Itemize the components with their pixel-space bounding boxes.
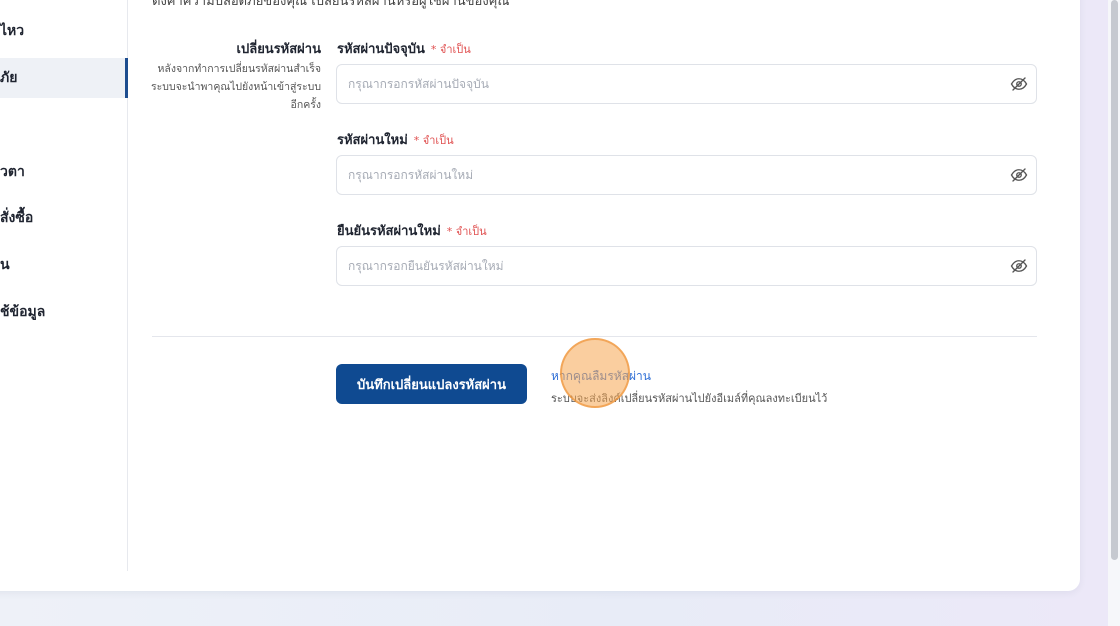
- section-description: หลังจากทำการเปลี่ยนรหัสผ่านสำเร็จ ระบบจะ…: [151, 63, 321, 111]
- eye-off-icon[interactable]: [1010, 166, 1028, 184]
- required-indicator: * จำเป็น: [430, 43, 471, 56]
- cursor-highlight: [560, 338, 630, 408]
- required-indicator: * จำเป็น: [413, 134, 454, 147]
- current-password-label: รหัสผ่านปัจจุบัน * จำเป็น: [337, 42, 471, 57]
- new-password-label: รหัสผ่านใหม่ * จำเป็น: [337, 133, 454, 148]
- page: ไหว ภัย วตา สั่งซื้อ น ช้ข้อมูล ตั้งค่าค…: [0, 0, 1120, 626]
- current-password-input[interactable]: [336, 64, 1037, 104]
- save-password-button[interactable]: บันทึกเปลี่ยนแปลงรหัสผ่าน: [336, 364, 527, 404]
- main-content: ตั้งค่าความปลอดภัยของคุณ เปลี่ยนรหัสผ่าน…: [0, 0, 1080, 591]
- scrollbar[interactable]: [1108, 0, 1120, 626]
- required-indicator: * จำเป็น: [446, 225, 487, 238]
- settings-card: ไหว ภัย วตา สั่งซื้อ น ช้ข้อมูล ตั้งค่าค…: [0, 0, 1080, 591]
- section-title: เปลี่ยนรหัสผ่าน: [236, 42, 321, 57]
- eye-off-icon[interactable]: [1010, 75, 1028, 93]
- confirm-password-label: ยืนยันรหัสผ่านใหม่ * จำเป็น: [337, 224, 487, 239]
- confirm-password-input[interactable]: [336, 246, 1037, 286]
- page-description: ตั้งค่าความปลอดภัยของคุณ เปลี่ยนรหัสผ่าน…: [152, 0, 510, 9]
- divider: [152, 336, 1037, 337]
- eye-off-icon[interactable]: [1010, 257, 1028, 275]
- new-password-input[interactable]: [336, 155, 1037, 195]
- scrollbar-thumb[interactable]: [1111, 0, 1118, 560]
